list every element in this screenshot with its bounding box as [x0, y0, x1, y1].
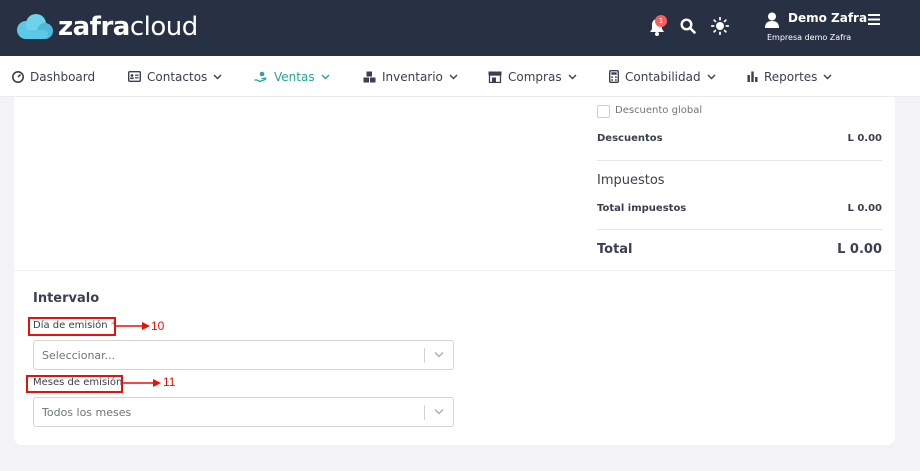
- descuento-global-label[interactable]: Descuento global: [615, 105, 702, 116]
- main-navigation: Dashboard Contactos Ventas Inventario Co…: [0, 56, 920, 97]
- nav-item-contactos[interactable]: Contactos: [128, 56, 222, 97]
- annotation-number: 11: [163, 375, 176, 389]
- dashboard-icon: [12, 70, 24, 83]
- intervalo-heading: Intervalo: [33, 291, 100, 306]
- nav-item-contabilidad[interactable]: Contabilidad: [609, 56, 716, 97]
- nav-label: Compras: [508, 69, 562, 84]
- annotation-arrow-icon: [115, 322, 150, 330]
- chevron-down-icon: [213, 74, 222, 79]
- total-label: Total: [597, 242, 633, 257]
- store-icon: [488, 71, 502, 83]
- chevron-down-icon: [568, 74, 577, 79]
- descuento-global-checkbox[interactable]: [597, 105, 610, 118]
- logo-word-bold: zafra: [58, 12, 130, 42]
- nav-label: Inventario: [382, 69, 443, 84]
- chevron-down-icon: [321, 74, 330, 79]
- company-name: Empresa demo Zafra: [767, 33, 852, 42]
- nav-item-inventario[interactable]: Inventario: [363, 56, 458, 97]
- chevron-down-icon: [449, 74, 458, 79]
- search-icon[interactable]: [680, 18, 696, 34]
- user-name[interactable]: Demo Zafra: [788, 11, 867, 25]
- calculator-icon: [609, 70, 619, 83]
- logo-word-light: cloud: [129, 12, 198, 42]
- sun-theme-icon[interactable]: [711, 17, 729, 35]
- chevron-down-icon: [707, 74, 716, 79]
- select-value: Todos los meses: [42, 406, 132, 419]
- hamburger-menu-icon[interactable]: [868, 14, 880, 25]
- user-icon[interactable]: [765, 12, 779, 28]
- nav-item-compras[interactable]: Compras: [488, 56, 577, 97]
- total-impuestos-label: Total impuestos: [597, 203, 687, 214]
- bar-chart-icon: [747, 71, 758, 82]
- sales-hand-icon: [254, 71, 267, 82]
- boxes-icon: [363, 71, 376, 82]
- total-impuestos-value: L 0.00: [847, 203, 882, 214]
- annotation-arrow-icon: [122, 379, 161, 387]
- top-header: zafracloud 1 Demo Zafra Empresa demo Zaf…: [0, 0, 920, 56]
- section-divider: [14, 270, 895, 271]
- meses-emision-select[interactable]: Todos los meses: [33, 397, 454, 427]
- annotation-highlight-box: [28, 317, 116, 336]
- impuestos-heading: Impuestos: [597, 173, 665, 188]
- dia-emision-select[interactable]: Seleccionar...: [33, 340, 454, 370]
- nav-label: Ventas: [274, 69, 315, 84]
- nav-item-ventas[interactable]: Ventas: [254, 56, 330, 97]
- annotation-number: 10: [151, 319, 165, 333]
- app-logo-text[interactable]: zafracloud: [58, 11, 198, 43]
- nav-label: Dashboard: [30, 69, 96, 84]
- total-value: L 0.00: [837, 242, 882, 257]
- nav-item-reportes[interactable]: Reportes: [747, 56, 832, 97]
- nav-label: Contabilidad: [625, 69, 701, 84]
- nav-label: Reportes: [764, 69, 818, 84]
- select-divider: [424, 348, 425, 363]
- notification-badge: 1: [655, 15, 667, 27]
- nav-label: Contactos: [147, 69, 208, 84]
- contacts-card-icon: [128, 71, 141, 82]
- descuentos-label: Descuentos: [597, 133, 663, 144]
- select-placeholder: Seleccionar...: [42, 349, 116, 362]
- invoice-form-card: [14, 97, 895, 445]
- chevron-down-icon[interactable]: [434, 351, 444, 359]
- cloud-logo-icon[interactable]: [14, 13, 54, 41]
- chevron-down-icon[interactable]: [434, 408, 444, 416]
- divider: [597, 229, 882, 230]
- descuentos-value: L 0.00: [847, 133, 882, 144]
- chevron-down-icon: [823, 74, 832, 79]
- annotation-highlight-box: [26, 375, 123, 393]
- select-divider: [424, 405, 425, 420]
- divider: [597, 160, 882, 161]
- nav-item-dashboard[interactable]: Dashboard: [12, 56, 95, 97]
